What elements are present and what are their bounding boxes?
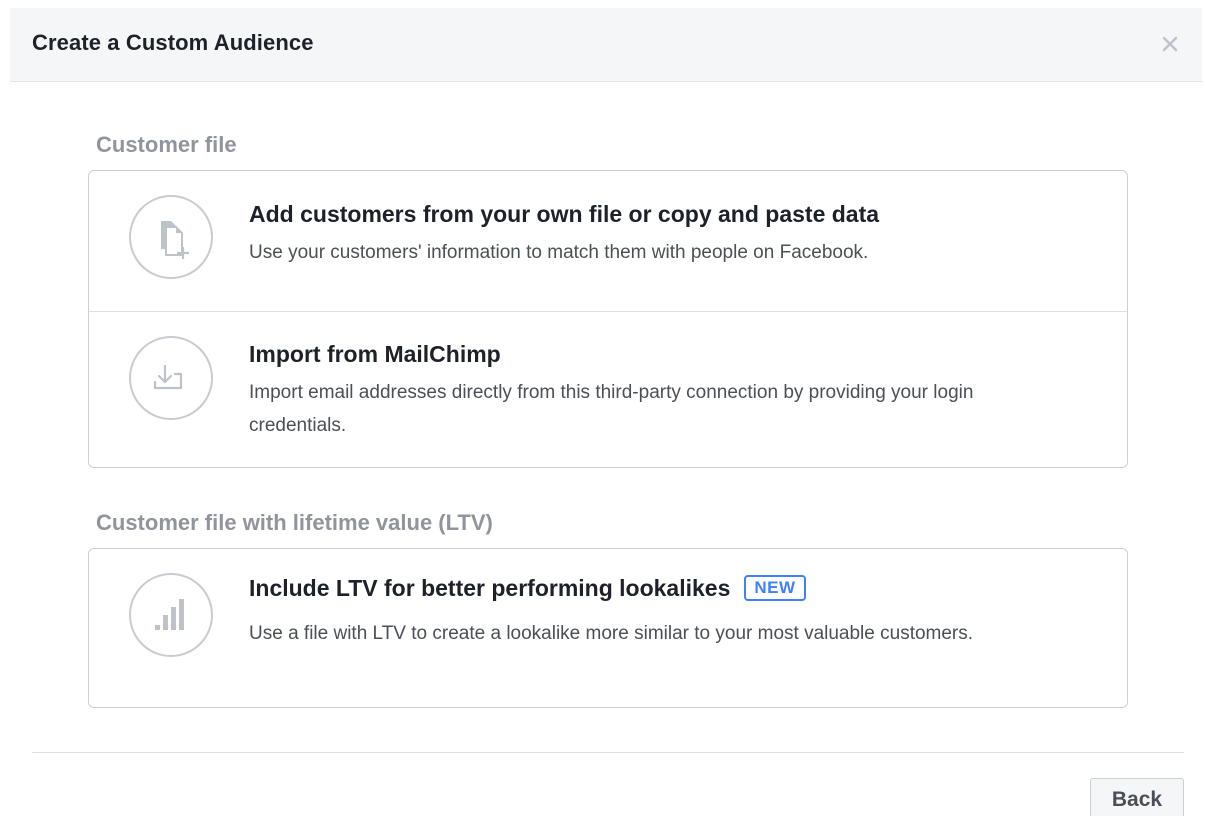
new-badge: NEW <box>744 575 806 601</box>
section-label-customer-file-ltv: Customer file with lifetime value (LTV) <box>96 510 493 535</box>
option-description: Import email addresses directly from thi… <box>249 382 974 436</box>
option-description: Use a file with LTV to create a lookalik… <box>249 623 974 644</box>
close-icon[interactable] <box>1156 30 1184 58</box>
option-add-customers-from-file[interactable]: Add customers from your own file or copy… <box>89 171 1127 311</box>
option-include-ltv[interactable]: Include LTV for better performing lookal… <box>89 549 1127 707</box>
option-title: Include LTV for better performing lookal… <box>249 575 806 602</box>
option-title-text: Include LTV for better performing lookal… <box>249 575 731 601</box>
option-title: Import from MailChimp <box>249 341 501 367</box>
footer-divider <box>32 752 1184 753</box>
dialog-title: Create a Custom Audience <box>32 30 314 55</box>
customer-file-options: Add customers from your own file or copy… <box>88 170 1128 468</box>
bar-chart-icon <box>129 573 213 657</box>
option-title: Add customers from your own file or copy… <box>249 201 880 227</box>
section-label-customer-file: Customer file <box>96 132 237 157</box>
dialog-header: Create a Custom Audience <box>10 8 1202 82</box>
back-button[interactable]: Back <box>1090 778 1184 816</box>
ltv-options: Include LTV for better performing lookal… <box>88 548 1128 708</box>
option-description: Use your customers' information to match… <box>249 242 869 263</box>
option-import-from-mailchimp[interactable]: Import from MailChimp Import email addre… <box>89 311 1127 467</box>
file-add-icon <box>129 195 213 279</box>
import-icon <box>129 336 213 420</box>
custom-audience-dialog: Create a Custom Audience Customer file A… <box>0 0 1206 816</box>
